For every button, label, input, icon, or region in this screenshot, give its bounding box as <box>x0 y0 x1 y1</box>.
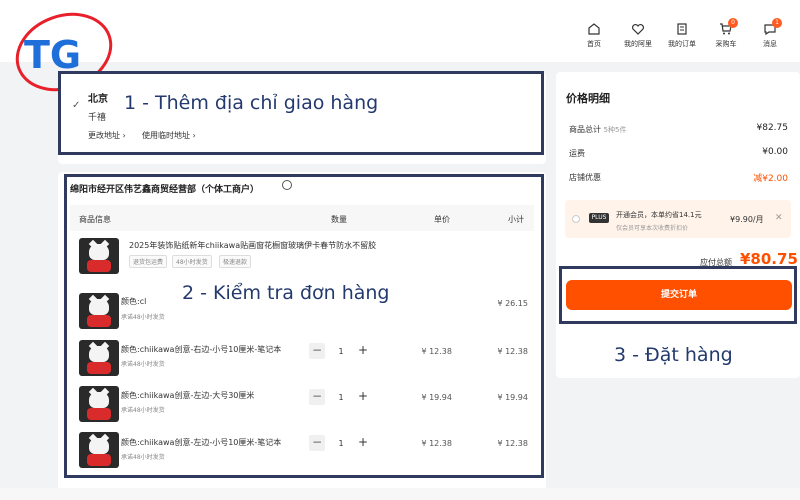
message-badge: 1 <box>772 18 782 28</box>
bottom-strip <box>0 488 800 500</box>
nav-messages[interactable]: 消息 1 <box>750 18 790 49</box>
shop-discount-label: 店铺优惠 <box>569 173 601 182</box>
plus-badge: PLUS <box>589 213 609 223</box>
shipping-label: 运费 <box>569 149 585 158</box>
step3-highlight-box <box>559 266 797 324</box>
nav-label: 我的阿里 <box>624 40 652 48</box>
nav-home[interactable]: 首页 <box>574 22 614 49</box>
summary-title: 价格明细 <box>566 92 610 105</box>
heart-icon <box>632 24 644 35</box>
step1-label: 1 - Thêm địa chỉ giao hàng <box>124 92 379 114</box>
membership-text: 开通会员，本单约省14.1元 <box>616 211 702 219</box>
shipping-value: ¥0.00 <box>762 147 788 157</box>
step2-highlight-box <box>64 174 544 478</box>
nav-my-orders[interactable]: 我的订单 <box>662 22 702 49</box>
goods-total-label: 商品总计 5种5件 <box>569 125 627 134</box>
nav-cart[interactable]: 采购车 0 <box>706 18 746 49</box>
nav-label: 首页 <box>587 40 601 48</box>
shop-discount-value: 减¥2.00 <box>753 174 788 184</box>
membership-radio[interactable] <box>572 215 580 223</box>
step3-label: 3 - Đặt hàng <box>614 344 733 366</box>
membership-price: ¥9.90/月 <box>730 215 764 224</box>
step2-label: 2 - Kiểm tra đơn hàng <box>182 282 390 304</box>
nav-label: 采购车 <box>715 40 737 48</box>
nav-label: 消息 <box>763 40 777 48</box>
nav-label: 我的订单 <box>668 40 696 48</box>
cart-badge: 0 <box>728 18 738 28</box>
order-icon <box>677 23 687 35</box>
nav-my-ali[interactable]: 我的阿里 <box>618 22 658 49</box>
goods-total-value: ¥82.75 <box>756 123 789 133</box>
close-icon[interactable]: ✕ <box>775 213 783 223</box>
home-icon <box>588 23 600 35</box>
membership-subtext: 仅会员可享本次收费折扣价 <box>616 225 689 232</box>
